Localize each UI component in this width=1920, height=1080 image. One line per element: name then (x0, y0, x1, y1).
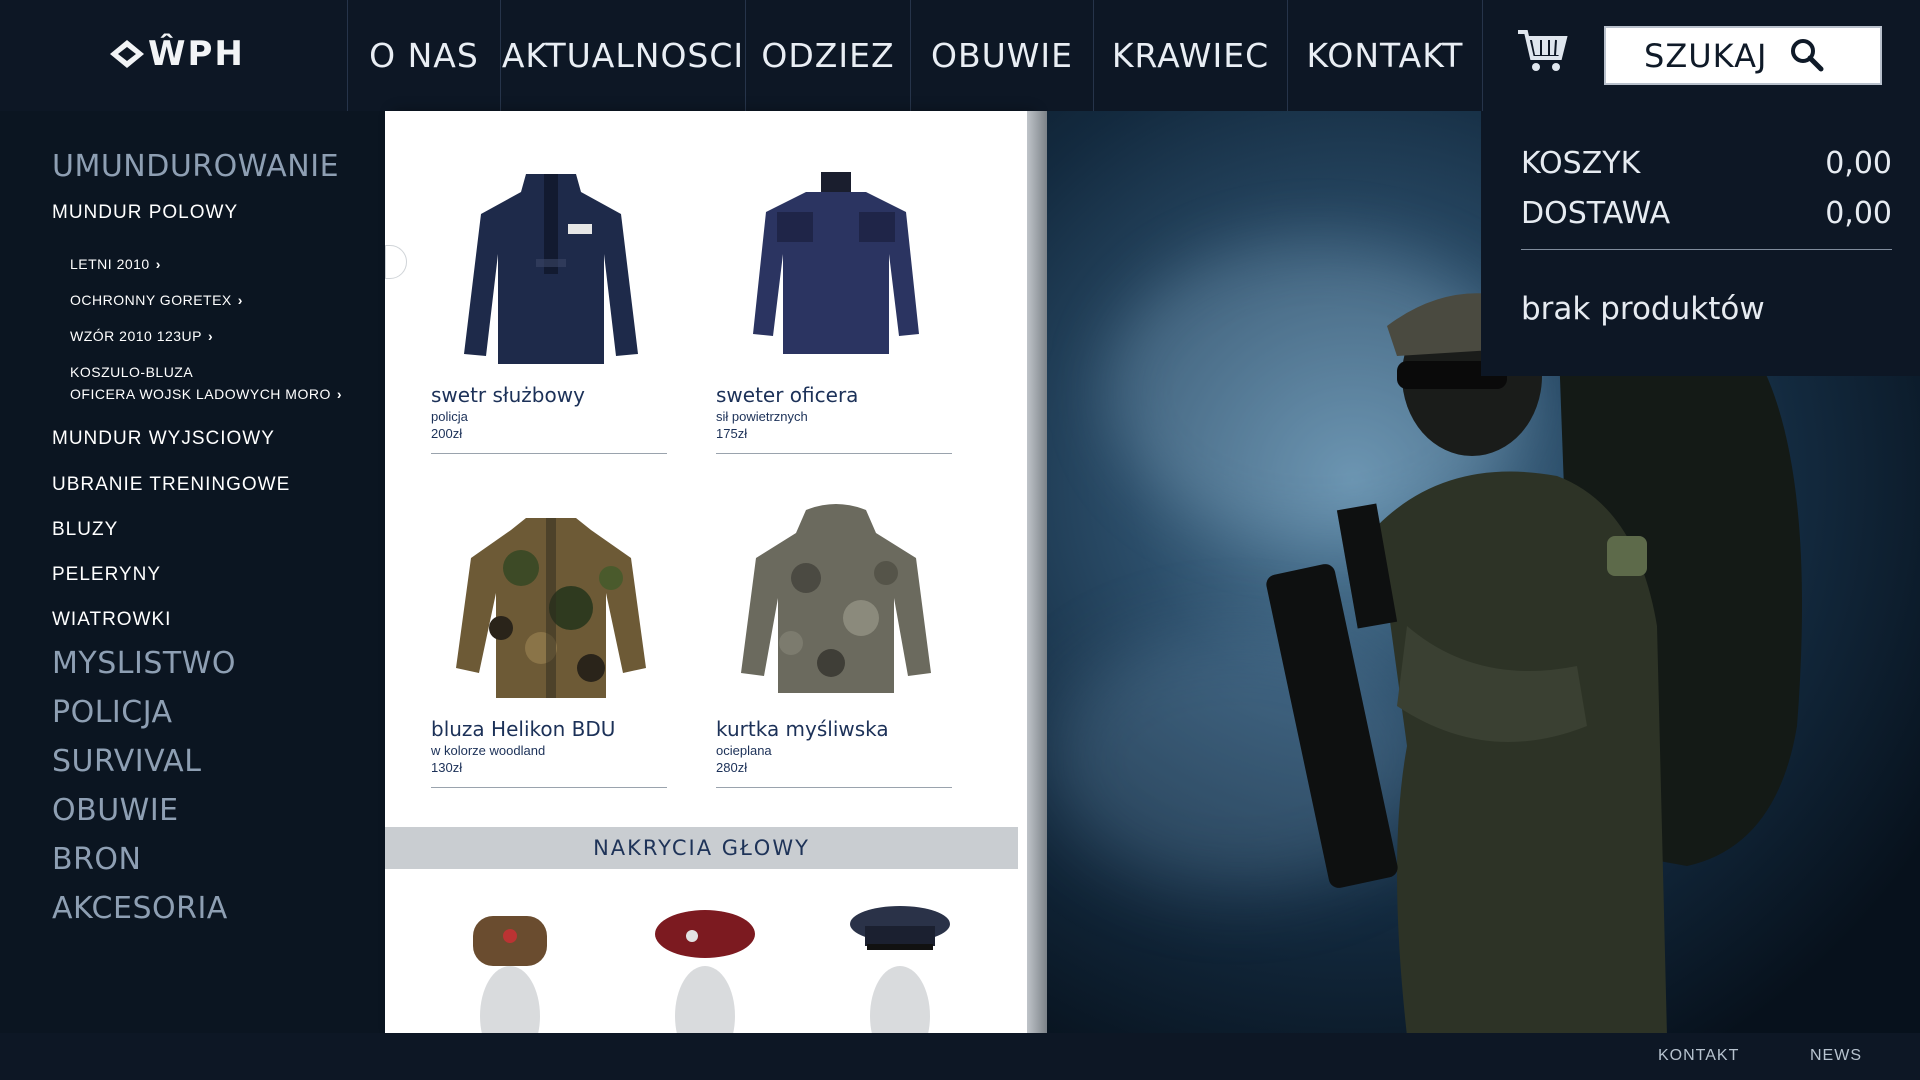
category-obuwie[interactable]: OBUWIE (52, 793, 179, 828)
product-panel: swetr służbowy policja 200zł sweter ofic… (385, 111, 1027, 1033)
divider (1521, 249, 1892, 250)
delivery-value: 0,00 (1825, 196, 1892, 231)
subsub-label: LETNI 2010 (70, 256, 150, 272)
cart-total-label: KOSZYK (1521, 146, 1641, 181)
cart-total-row: KOSZYK 0,00 (1521, 146, 1892, 181)
subsub-label-line2: OFICERA WOJSK LADOWYCH MORO (70, 386, 331, 402)
subcategory-ubranie-treningowe[interactable]: UBRANIE TRENINGOWE (52, 474, 290, 496)
product-image-hunting-jacket (716, 490, 956, 715)
footer-link-kontakt[interactable]: KONTAKT (1658, 1047, 1739, 1065)
category-survival[interactable]: SURVIVAL (52, 744, 201, 779)
product-image-fur-hat[interactable] (425, 896, 595, 1033)
divider (431, 787, 667, 788)
chevron-right-icon: › (208, 328, 214, 344)
category-akcesoria[interactable]: AKCESORIA (52, 891, 228, 926)
product-card[interactable]: bluza Helikon BDU w kolorze woodland 130… (431, 490, 671, 788)
subcategory-peleryny[interactable]: PELERYNY (52, 564, 161, 586)
subsub-label: OCHRONNY GORETEX (70, 292, 232, 308)
search-icon (1791, 39, 1824, 72)
subsub-wzor-2010[interactable]: WZÓR 2010 123UP › (70, 325, 213, 347)
chevron-right-icon: › (155, 256, 161, 272)
divider (431, 453, 667, 454)
product-image-sweater-police (431, 156, 671, 381)
footer-bar: KONTAKT NEWS (0, 1033, 1920, 1080)
divider (716, 453, 952, 454)
search-label: SZUKAJ (1644, 36, 1768, 75)
delivery-row: DOSTAWA 0,00 (1521, 196, 1892, 231)
subsub-label-line1: KOSZULO-BLUZA (70, 364, 194, 380)
search-button[interactable]: SZUKAJ (1604, 26, 1882, 85)
section-heading-nakrycia-glowy: NAKRYCIA GŁOWY (385, 827, 1018, 869)
product-name: swetr służbowy (431, 383, 585, 407)
top-navigation-bar: ŴPH O NAS AKTUALNOSCI ODZIEZ OBUWIE KRAW… (0, 0, 1920, 111)
nav-item-krawiec[interactable]: KRAWIEC (1093, 0, 1287, 111)
subcategory-wiatrowki[interactable]: WIATROWKI (52, 609, 171, 631)
cart-empty-message: brak produktów (1521, 291, 1765, 327)
nav-item-aktualnosci[interactable]: AKTUALNOSCI (500, 0, 745, 111)
delivery-label: DOSTAWA (1521, 196, 1671, 231)
product-card[interactable]: swetr służbowy policja 200zł (431, 156, 671, 454)
subcategory-bluzy[interactable]: BLUZY (52, 519, 118, 541)
subsub-ochronny-goretex[interactable]: OCHRONNY GORETEX › (70, 289, 243, 311)
product-card[interactable]: kurtka myśliwska ocieplana 280zł (716, 490, 956, 788)
panel-shadow-edge (1027, 111, 1047, 1033)
product-price: 130zł (431, 760, 463, 775)
subcategory-mundur-wyjsciowy[interactable]: MUNDUR WYJSCIOWY (52, 428, 275, 450)
subsub-label: WZÓR 2010 123UP (70, 328, 202, 344)
product-image-red-beret[interactable] (620, 896, 790, 1033)
product-subtitle: sił powietrznych (716, 409, 808, 424)
cart-total-value: 0,00 (1825, 146, 1892, 181)
nav-item-kontakt[interactable]: KONTAKT (1287, 0, 1483, 111)
logo-mark-icon (110, 40, 144, 68)
product-subtitle: policja (431, 409, 468, 424)
brand-logo[interactable]: ŴPH (110, 34, 245, 74)
category-sidebar: UMUNDUROWANIE MUNDUR POLOWY LETNI 2010 › … (0, 111, 385, 1033)
divider (716, 787, 952, 788)
nav-item-o-nas[interactable]: O NAS (347, 0, 500, 111)
subsub-letni-2010[interactable]: LETNI 2010 › (70, 253, 161, 275)
logo-text: ŴPH (148, 34, 245, 74)
product-subtitle: ocieplana (716, 743, 772, 758)
footer-link-news[interactable]: NEWS (1810, 1047, 1862, 1065)
product-image-bdu-woodland (431, 490, 671, 715)
product-name: bluza Helikon BDU (431, 717, 616, 741)
chevron-right-icon: › (336, 386, 343, 402)
category-umundurowanie[interactable]: UMUNDUROWANIE (52, 149, 339, 184)
cart-icon[interactable] (1516, 26, 1568, 76)
product-image-peaked-cap[interactable] (815, 896, 985, 1033)
main-nav: O NAS AKTUALNOSCI ODZIEZ OBUWIE KRAWIEC … (347, 0, 1483, 111)
subcategory-mundur-polowy[interactable]: MUNDUR POLOWY (52, 202, 238, 224)
product-price: 175zł (716, 426, 748, 441)
category-policja[interactable]: POLICJA (52, 695, 173, 730)
cart-summary-panel: KOSZYK 0,00 DOSTAWA 0,00 brak produktów (1481, 111, 1920, 376)
nav-item-obuwie[interactable]: OBUWIE (910, 0, 1093, 111)
product-price: 280zł (716, 760, 748, 775)
chevron-right-icon: › (237, 292, 243, 308)
product-name: sweter oficera (716, 383, 859, 407)
category-bron[interactable]: BRON (52, 842, 141, 877)
category-myslistwo[interactable]: MYSLISTWO (52, 646, 236, 681)
product-name: kurtka myśliwska (716, 717, 889, 741)
product-card[interactable]: sweter oficera sił powietrznych 175zł (716, 156, 956, 454)
product-image-sweater-officer (716, 156, 956, 381)
nav-item-odziez[interactable]: ODZIEZ (745, 0, 910, 111)
panel-toggle-arrow-icon[interactable] (385, 245, 407, 279)
subsub-koszulo-bluza[interactable]: KOSZULO-BLUZA OFICERA WOJSK LADOWYCH MOR… (70, 361, 342, 405)
product-subtitle: w kolorze woodland (431, 743, 546, 758)
product-price: 200zł (431, 426, 463, 441)
app-root: ŴPH O NAS AKTUALNOSCI ODZIEZ OBUWIE KRAW… (0, 0, 1920, 1080)
